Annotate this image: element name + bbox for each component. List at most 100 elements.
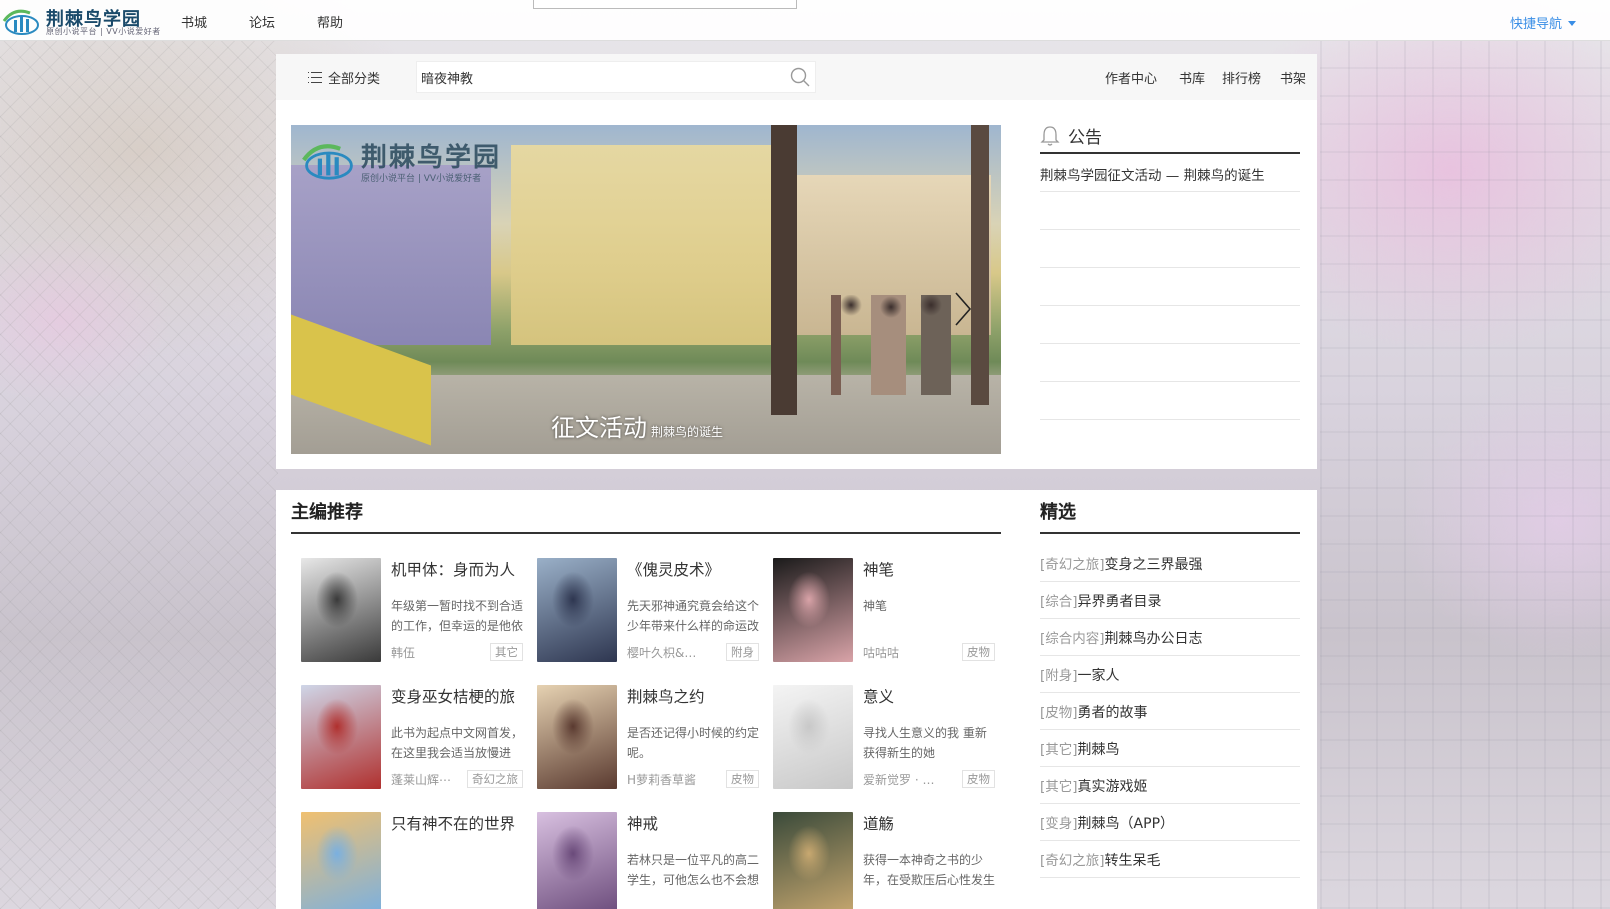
chevron-right-icon[interactable]: [953, 291, 973, 327]
picks-item-name[interactable]: 勇者的故事: [1078, 705, 1148, 721]
link-library[interactable]: 书库: [1179, 68, 1205, 87]
book-cover[interactable]: [773, 685, 853, 789]
picks-item[interactable]: [综合内容]荆棘鸟办公日志: [1040, 619, 1300, 656]
book-title[interactable]: 神戒: [627, 812, 762, 834]
book-card[interactable]: 道觞 获得一本神奇之书的少年，在受欺压后心性发生: [773, 812, 995, 909]
picks-title: 精选: [1040, 502, 1076, 523]
picks-item[interactable]: [奇幻之旅]变身之三界最强: [1040, 545, 1300, 582]
book-title[interactable]: 只有神不在的世界: [391, 812, 526, 834]
book-title[interactable]: 荆棘鸟之约: [627, 685, 762, 707]
background-left: [0, 41, 278, 909]
picks-item[interactable]: [附身]一家人: [1040, 656, 1300, 693]
nav-shucheng[interactable]: 书城: [181, 12, 207, 31]
notice-header: 公告: [1040, 120, 1300, 154]
banner-scene-tree: [771, 125, 797, 415]
book-title[interactable]: 机甲体：身而为人: [391, 558, 526, 580]
picks-item-genre: [奇幻之旅]: [1040, 557, 1105, 573]
banner-caption-title: 征文活动: [551, 414, 647, 442]
book-description: 年级第一暂时找不到合适的工作，但幸运的是他依: [391, 599, 524, 633]
nav-luntan[interactable]: 论坛: [249, 12, 275, 31]
book-genre-tag[interactable]: 奇幻之旅: [467, 770, 523, 788]
picks-item-genre: [变身]: [1040, 816, 1078, 832]
banner-carousel[interactable]: 荆棘鸟学园 原创小说平台 | VV小说爱好者 征文活动 荆棘鸟的诞生: [291, 125, 1001, 454]
picks-item-name[interactable]: 变身之三界最强: [1105, 557, 1203, 573]
top-bar: 荆棘鸟学园 原创小说平台 | VV小说爱好者 书城 论坛 帮助 快捷导航: [0, 0, 1610, 41]
picks-item-genre: [综合内容]: [1040, 631, 1105, 647]
book-description: 先天邪神通究竟会给这个少年带来什么样的命运改: [627, 599, 760, 633]
picks-item-name[interactable]: 荆棘鸟办公日志: [1105, 631, 1203, 647]
banner-scene-people: [831, 295, 971, 395]
search-input[interactable]: [416, 61, 816, 93]
book-title[interactable]: 道觞: [863, 812, 998, 834]
all-categories-button[interactable]: 全部分类: [308, 68, 380, 87]
book-cover[interactable]: [301, 812, 381, 909]
link-bookshelf[interactable]: 书架: [1280, 68, 1306, 87]
book-cover[interactable]: [301, 558, 381, 662]
book-card[interactable]: 荆棘鸟之约是否还记得小时候的约定呢。 H萝莉香草酱 皮物: [537, 685, 759, 789]
picks-item-name[interactable]: 异界勇者目录: [1078, 594, 1162, 610]
book-author[interactable]: 樱叶久枳&禁平酱: [627, 644, 705, 661]
book-title[interactable]: 意义: [863, 685, 998, 707]
picks-item[interactable]: [综合]异界勇者目录: [1040, 582, 1300, 619]
book-genre-tag[interactable]: 其它: [490, 643, 523, 661]
book-cover[interactable]: [773, 812, 853, 909]
book-author[interactable]: H萝莉香草酱: [627, 771, 705, 788]
notice-item[interactable]: 荆棘鸟学园征文活动 — 荆棘鸟的诞生: [1040, 154, 1300, 192]
book-card[interactable]: 神戒 若林只是一位平凡的高二学生，可他怎么也不会想: [537, 812, 759, 909]
picks-item[interactable]: [其它]真实游戏姬: [1040, 767, 1300, 804]
picks-item-genre: [其它]: [1040, 742, 1078, 758]
book-author[interactable]: 咕咕咕: [863, 644, 941, 661]
picks-item-name[interactable]: 荆棘鸟（APP）: [1078, 816, 1174, 832]
book-card[interactable]: 《傀灵皮术》先天邪神通究竟会给这个少年带来什么样的命运改樱叶久枳&禁平酱 附身: [537, 558, 759, 662]
book-cover[interactable]: [537, 812, 617, 909]
banner-logo-title: 荆棘鸟学园: [361, 143, 502, 173]
book-description: 是否还记得小时候的约定呢。: [627, 726, 760, 760]
link-author-center[interactable]: 作者中心: [1105, 68, 1157, 87]
background-right: [1320, 41, 1610, 909]
notice-item: [1040, 382, 1300, 420]
book-title[interactable]: 《傀灵皮术》: [627, 558, 762, 580]
picks-item[interactable]: [奇幻之旅]转生呆毛: [1040, 841, 1300, 878]
book-card[interactable]: 机甲体：身而为人年级第一暂时找不到合适的工作，但幸运的是他依韩伍 其它: [301, 558, 523, 662]
picks-item-name[interactable]: 一家人: [1078, 668, 1120, 684]
site-logo[interactable]: 荆棘鸟学园 原创小说平台 | VV小说爱好者: [0, 2, 160, 38]
picks-item[interactable]: [皮物]勇者的故事: [1040, 693, 1300, 730]
banner-caption: 征文活动 荆棘鸟的诞生: [551, 408, 723, 443]
banner-caption-subtitle: 荆棘鸟的诞生: [651, 425, 724, 439]
book-card[interactable]: 神笔 神笔 咕咕咕 皮物: [773, 558, 995, 662]
search-bar: 全部分类 作者中心 书库 排行榜 书架: [276, 54, 1317, 100]
picks-item[interactable]: [其它]荆棘鸟: [1040, 730, 1300, 767]
book-cover[interactable]: [301, 685, 381, 789]
picks-item-name[interactable]: 真实游戏姬: [1078, 779, 1148, 795]
book-card[interactable]: 意义寻找人生意义的我 重新获得新生的她爱新觉罗 · 溥洁 皮物: [773, 685, 995, 789]
search-icon[interactable]: [790, 67, 810, 87]
banner-logo: 荆棘鸟学园 原创小说平台 | VV小说爱好者: [301, 133, 521, 184]
nav-bangzhu[interactable]: 帮助: [317, 12, 343, 31]
category-list-icon: [308, 72, 322, 84]
picks-item-name[interactable]: 荆棘鸟: [1078, 742, 1120, 758]
banner-scene-building: [291, 165, 491, 345]
book-cover[interactable]: [537, 558, 617, 662]
link-ranking[interactable]: 排行榜: [1222, 68, 1261, 87]
book-card[interactable]: 只有神不在的世界: [301, 812, 523, 909]
book-cover[interactable]: [773, 558, 853, 662]
book-author[interactable]: 爱新觉罗 · 溥洁: [863, 771, 941, 788]
picks-item[interactable]: [变身]荆棘鸟（APP）: [1040, 804, 1300, 841]
book-cover[interactable]: [537, 685, 617, 789]
book-card[interactable]: 变身巫女桔梗的旅 此书为起点中文网首发，在这里我会适当放慢进 蓬莱山辉⋯ 奇幻之旅: [301, 685, 523, 789]
book-title[interactable]: 变身巫女桔梗的旅: [391, 685, 526, 707]
book-author[interactable]: 韩伍: [391, 644, 469, 661]
book-description: 寻找人生意义的我 重新获得新生的她: [863, 726, 987, 760]
picks-item-name[interactable]: 转生呆毛: [1105, 853, 1161, 869]
book-genre-tag[interactable]: 皮物: [962, 643, 995, 661]
book-genre-tag[interactable]: 皮物: [726, 770, 759, 788]
book-genre-tag[interactable]: 附身: [726, 643, 759, 661]
book-genre-tag[interactable]: 皮物: [962, 770, 995, 788]
notice-title: 公告: [1068, 128, 1102, 148]
main-bottom-card: 主编推荐 机甲体：身而为人 年级第一暂时找不到合适的工作，但幸运的是他依 韩伍 其它《…: [276, 490, 1317, 909]
book-title[interactable]: 神笔: [863, 558, 998, 580]
banner-scene-house: [511, 145, 771, 345]
quick-nav-label: 快捷导航: [1509, 17, 1562, 32]
book-author[interactable]: 蓬莱山辉⋯: [391, 771, 469, 788]
quick-nav-dropdown[interactable]: 快捷导航: [1510, 13, 1576, 32]
